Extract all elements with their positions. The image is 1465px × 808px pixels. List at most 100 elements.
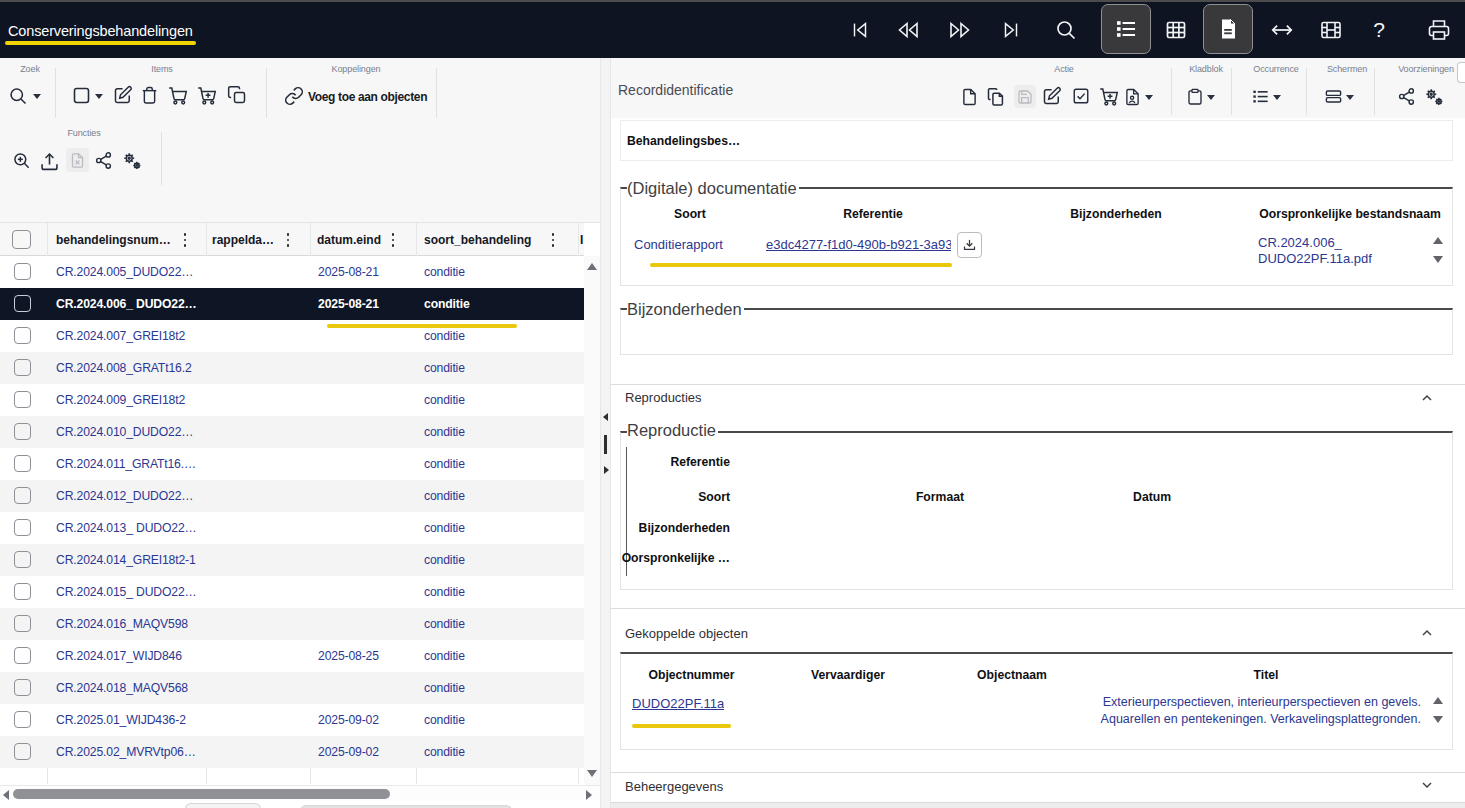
column-header-partial[interactable]: I (580, 223, 584, 256)
schermen-dropdown-caret[interactable] (1346, 95, 1354, 100)
column-menu-icon[interactable] (546, 232, 560, 248)
edit-record-icon[interactable] (113, 85, 133, 105)
table-row[interactable]: CR.2024.018_MAQV568 conditie (0, 672, 584, 704)
horizontal-scrollbar[interactable] (0, 785, 600, 801)
row-checkbox[interactable] (14, 423, 31, 440)
table-row[interactable]: CR.2025.01_WIJD436-2 2025-09-02 conditie (0, 704, 584, 736)
upload-icon[interactable] (39, 151, 60, 172)
basket-add-icon[interactable] (196, 85, 217, 106)
row-checkbox[interactable] (14, 327, 31, 344)
row-checkbox[interactable] (14, 487, 31, 504)
share-icon[interactable] (1397, 87, 1416, 106)
occurrence-spinner[interactable] (1431, 695, 1445, 725)
select-all-checkbox[interactable] (12, 230, 31, 249)
basket-icon[interactable] (167, 85, 188, 106)
occurrence-list-icon[interactable] (1251, 87, 1270, 106)
splitter-handle[interactable] (604, 435, 607, 454)
list-view-button[interactable] (1101, 4, 1151, 54)
clipboard-icon[interactable] (1186, 87, 1204, 106)
column-header-rappeldatum[interactable]: rappelda… (212, 223, 278, 256)
table-row[interactable]: CR.2025.02_MVRVtp06… 2025-09-02 conditie (0, 736, 584, 768)
row-checkbox[interactable] (14, 263, 31, 280)
settings-gears-icon[interactable] (121, 150, 143, 172)
floating-panel-stub[interactable] (1457, 62, 1465, 83)
row-checkbox[interactable] (14, 519, 31, 536)
table-row[interactable]: CR.2024.016_MAQV598 conditie (0, 608, 584, 640)
table-row[interactable]: CR.2024.005_DUDO22… 2025-08-21 conditie (0, 256, 584, 288)
row-checkbox[interactable] (14, 679, 31, 696)
row-checkbox[interactable] (14, 455, 31, 472)
table-row[interactable]: CR.2024.013_ DUDO22… conditie (0, 512, 584, 544)
record-owner-icon[interactable] (1123, 87, 1142, 107)
table-row[interactable]: CR.2024.015_ DUDO22… conditie (0, 576, 584, 608)
zoom-in-icon[interactable] (12, 151, 32, 171)
occurrence-dropdown-caret[interactable] (1273, 95, 1281, 100)
doc-value-soort[interactable]: Conditierapport (634, 237, 723, 252)
settings-gears-icon[interactable] (1423, 86, 1445, 108)
new-record-icon[interactable] (960, 87, 979, 107)
column-menu-icon[interactable] (281, 232, 295, 248)
collapse-gekoppelde-icon[interactable] (1419, 625, 1437, 643)
row-checkbox[interactable] (14, 743, 31, 760)
scroll-up-arrow-icon[interactable] (587, 263, 597, 270)
delete-record-icon[interactable] (140, 85, 159, 105)
export-file-icon[interactable] (66, 148, 89, 172)
gek-value-objectnummer-link[interactable]: DUDO22PF.11a (632, 696, 724, 711)
grid-view-icon[interactable] (1163, 17, 1189, 43)
column-menu-icon[interactable] (386, 232, 400, 248)
print-icon[interactable] (1426, 17, 1452, 43)
media-view-icon[interactable] (1318, 17, 1344, 43)
table-row[interactable]: CR.2024.006_ DUDO22… 2025-08-21 conditie (0, 288, 584, 320)
collapse-left-icon[interactable] (603, 413, 608, 421)
kladblok-dropdown-caret[interactable] (1207, 95, 1215, 100)
row-checkbox[interactable] (14, 391, 31, 408)
table-row[interactable]: CR.2024.008_GRATt16.2 conditie (0, 352, 584, 384)
fast-forward-icon[interactable] (947, 17, 973, 43)
row-checkbox[interactable] (14, 359, 31, 376)
table-row[interactable]: CR.2024.011_GRATt16.… conditie (0, 448, 584, 480)
occurrence-spinner[interactable] (1431, 235, 1445, 265)
resize-horizontal-icon[interactable] (1269, 17, 1295, 43)
document-view-button[interactable] (1203, 4, 1253, 54)
help-icon[interactable]: ? (1366, 17, 1392, 43)
column-header-behandelingsnummer[interactable]: behandelingsnum… (56, 223, 178, 256)
actie-dropdown-caret[interactable] (1145, 95, 1153, 100)
expand-beheergegevens-icon[interactable] (1419, 777, 1437, 795)
collapse-right-icon[interactable] (604, 466, 609, 474)
duplicate-record-icon[interactable] (986, 87, 1006, 107)
row-checkbox[interactable] (14, 615, 31, 632)
skip-to-start-icon[interactable] (847, 17, 873, 43)
vertical-scrollbar[interactable] (584, 256, 600, 785)
row-checkbox[interactable] (14, 647, 31, 664)
row-checkbox[interactable] (14, 711, 31, 728)
table-row[interactable]: CR.2024.017_WIJD846 2025-08-25 conditie (0, 640, 584, 672)
save-record-icon[interactable] (1014, 85, 1036, 108)
skip-to-end-icon[interactable] (998, 17, 1024, 43)
copy-record-icon[interactable] (227, 85, 247, 105)
download-button[interactable] (957, 232, 982, 258)
search-records-icon[interactable] (8, 86, 29, 107)
horizontal-scroll-thumb[interactable] (13, 789, 390, 799)
scroll-left-arrow-icon[interactable] (3, 790, 9, 800)
select-dropdown-caret[interactable] (95, 94, 103, 99)
table-row[interactable]: CR.2024.010_DUDO22… conditie (0, 416, 584, 448)
row-checkbox[interactable] (14, 551, 31, 568)
select-checkbox-icon[interactable] (71, 85, 92, 106)
table-row[interactable]: CR.2024.012_DUDO22… conditie (0, 480, 584, 512)
table-row[interactable]: CR.2024.009_GREI18t2 conditie (0, 384, 584, 416)
search-dropdown-caret[interactable] (33, 94, 41, 99)
row-checkbox[interactable] (14, 583, 31, 600)
scroll-down-arrow-icon[interactable] (587, 770, 597, 777)
table-row[interactable]: CR.2024.014_GREI18t2-1 conditie (0, 544, 584, 576)
doc-value-referentie-link[interactable]: e3dc4277-f1d0-490b-b921-3a93a (766, 237, 951, 252)
column-header-datum-eind[interactable]: datum.eind (317, 223, 385, 256)
column-header-soort-behandeling[interactable]: soort_behandeling (424, 223, 542, 256)
schermen-icon[interactable] (1324, 87, 1343, 106)
add-to-objects-button[interactable]: Voeg toe aan objecten (308, 90, 427, 104)
share-icon[interactable] (94, 151, 113, 170)
basket-add-icon[interactable] (1098, 86, 1119, 107)
search-icon[interactable] (1053, 17, 1079, 43)
scroll-right-arrow-icon[interactable] (586, 790, 592, 800)
column-menu-icon[interactable] (178, 232, 192, 248)
rewind-icon[interactable] (895, 17, 921, 43)
